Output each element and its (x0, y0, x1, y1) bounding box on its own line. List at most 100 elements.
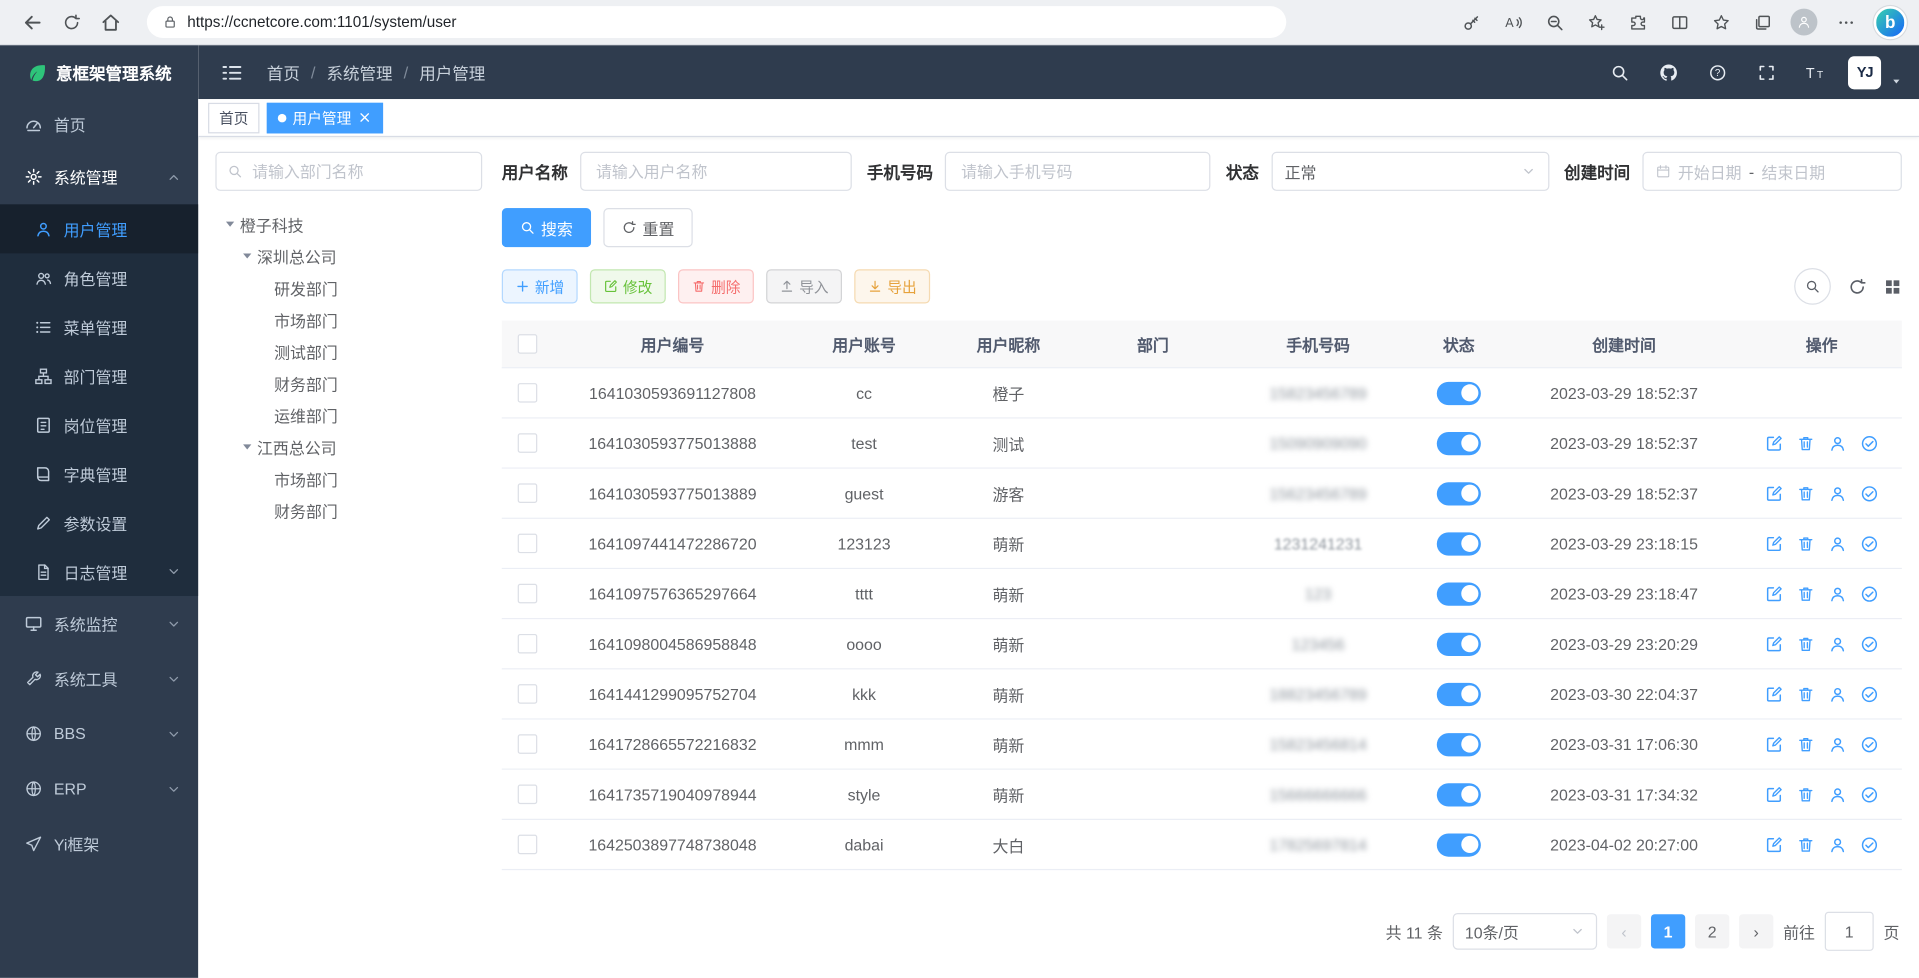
github-icon[interactable] (1652, 56, 1684, 88)
address-bar[interactable]: https://ccnetcore.com:1101/system/user (147, 6, 1286, 38)
department-search-input[interactable] (215, 152, 482, 191)
status-toggle[interactable] (1437, 783, 1481, 806)
row-checkbox[interactable] (518, 835, 538, 855)
row-checkbox[interactable] (518, 383, 538, 403)
header-search-icon[interactable] (1603, 56, 1635, 88)
status-toggle[interactable] (1437, 482, 1481, 505)
sidebar-item-yi-framework[interactable]: Yi框架 (0, 816, 198, 871)
import-button[interactable]: 导入 (766, 269, 842, 303)
assign-role-icon[interactable] (1860, 785, 1878, 803)
caret-down-icon[interactable] (237, 439, 257, 454)
status-toggle[interactable] (1437, 582, 1481, 605)
username-input[interactable] (580, 152, 852, 191)
assign-role-icon[interactable] (1860, 534, 1878, 552)
export-button[interactable]: 导出 (854, 269, 930, 303)
edit-icon[interactable] (1765, 584, 1783, 602)
sidebar-item-monitor[interactable]: 系统监控 (0, 596, 198, 651)
font-size-icon[interactable] (1799, 56, 1831, 88)
edit-icon[interactable] (1765, 434, 1783, 452)
caret-down-icon[interactable] (220, 217, 240, 232)
browser-refresh-icon[interactable] (51, 5, 90, 39)
bing-icon[interactable]: b (1874, 6, 1907, 39)
sidebar-item-tools[interactable]: 系统工具 (0, 651, 198, 706)
edit-icon[interactable] (1765, 735, 1783, 753)
read-aloud-icon[interactable] (1493, 5, 1532, 39)
tree-node[interactable]: 市场部门 (215, 463, 482, 495)
assign-role-icon[interactable] (1860, 434, 1878, 452)
date-range-picker[interactable]: 开始日期 - 结束日期 (1642, 152, 1901, 191)
profile-avatar[interactable] (1784, 5, 1823, 39)
help-icon[interactable] (1701, 56, 1733, 88)
sidebar-item-users[interactable]: 用户管理 (0, 204, 198, 253)
delete-icon[interactable] (1797, 584, 1815, 602)
reset-password-icon[interactable] (1828, 785, 1846, 803)
tag-home[interactable]: 首页 (208, 102, 259, 133)
extensions-icon[interactable] (1618, 5, 1657, 39)
delete-icon[interactable] (1797, 685, 1815, 703)
tree-node[interactable]: 财务部门 (215, 367, 482, 399)
row-checkbox[interactable] (518, 784, 538, 804)
delete-icon[interactable] (1797, 534, 1815, 552)
tree-node[interactable]: 深圳总公司 (215, 240, 482, 272)
sidebar-item-home[interactable]: 首页 (0, 99, 198, 149)
reset-password-icon[interactable] (1828, 835, 1846, 853)
toolbar-search-toggle-icon[interactable] (1794, 268, 1831, 305)
toolbar-refresh-icon[interactable] (1848, 277, 1866, 295)
goto-page-input[interactable] (1825, 912, 1874, 951)
reset-password-icon[interactable] (1828, 434, 1846, 452)
edit-icon[interactable] (1765, 835, 1783, 853)
assign-role-icon[interactable] (1860, 735, 1878, 753)
row-checkbox[interactable] (518, 684, 538, 704)
delete-icon[interactable] (1797, 635, 1815, 653)
reset-password-icon[interactable] (1828, 584, 1846, 602)
delete-icon[interactable] (1797, 434, 1815, 452)
select-all-checkbox[interactable] (518, 334, 538, 354)
row-checkbox[interactable] (518, 584, 538, 604)
tree-node[interactable]: 测试部门 (215, 335, 482, 367)
favorites-add-icon[interactable] (1576, 5, 1615, 39)
row-checkbox[interactable] (518, 634, 538, 654)
tree-node[interactable]: 江西总公司 (215, 431, 482, 463)
search-button[interactable]: 搜索 (502, 208, 591, 247)
delete-icon[interactable] (1797, 835, 1815, 853)
assign-role-icon[interactable] (1860, 635, 1878, 653)
fullscreen-icon[interactable] (1750, 56, 1782, 88)
modify-button[interactable]: 修改 (590, 269, 666, 303)
reset-password-icon[interactable] (1828, 735, 1846, 753)
tag-close-icon[interactable] (357, 110, 372, 125)
sidebar-item-params[interactable]: 参数设置 (0, 498, 198, 547)
prev-page-button[interactable]: ‹ (1607, 914, 1641, 948)
edit-icon[interactable] (1765, 484, 1783, 502)
status-toggle[interactable] (1437, 532, 1481, 555)
page-button-1[interactable]: 1 (1651, 914, 1685, 948)
browser-back-icon[interactable] (12, 5, 51, 39)
edit-icon[interactable] (1765, 534, 1783, 552)
sidebar-item-dict[interactable]: 字典管理 (0, 449, 198, 498)
delete-icon[interactable] (1797, 735, 1815, 753)
sidebar-item-logs[interactable]: 日志管理 (0, 547, 198, 596)
sidebar-item-posts[interactable]: 岗位管理 (0, 400, 198, 449)
tree-node[interactable]: 市场部门 (215, 304, 482, 336)
tag-user-management[interactable]: 用户管理 (267, 102, 383, 133)
favorites-bar-icon[interactable] (1701, 5, 1740, 39)
delete-icon[interactable] (1797, 484, 1815, 502)
sidebar-item-menus[interactable]: 菜单管理 (0, 302, 198, 351)
add-button[interactable]: 新增 (502, 269, 578, 303)
page-button-2[interactable]: 2 (1695, 914, 1729, 948)
next-page-button[interactable]: › (1739, 914, 1773, 948)
status-toggle[interactable] (1437, 381, 1481, 404)
row-checkbox[interactable] (518, 534, 538, 554)
reset-button[interactable]: 重置 (603, 208, 692, 247)
status-toggle[interactable] (1437, 732, 1481, 755)
caret-down-icon[interactable] (237, 248, 257, 263)
edit-icon[interactable] (1765, 685, 1783, 703)
row-checkbox[interactable] (518, 483, 538, 503)
browser-more-icon[interactable] (1826, 5, 1865, 39)
edit-icon[interactable] (1765, 785, 1783, 803)
assign-role-icon[interactable] (1860, 584, 1878, 602)
assign-role-icon[interactable] (1860, 484, 1878, 502)
tree-node[interactable]: 运维部门 (215, 399, 482, 431)
reset-password-icon[interactable] (1828, 484, 1846, 502)
reset-password-icon[interactable] (1828, 534, 1846, 552)
delete-icon[interactable] (1797, 785, 1815, 803)
